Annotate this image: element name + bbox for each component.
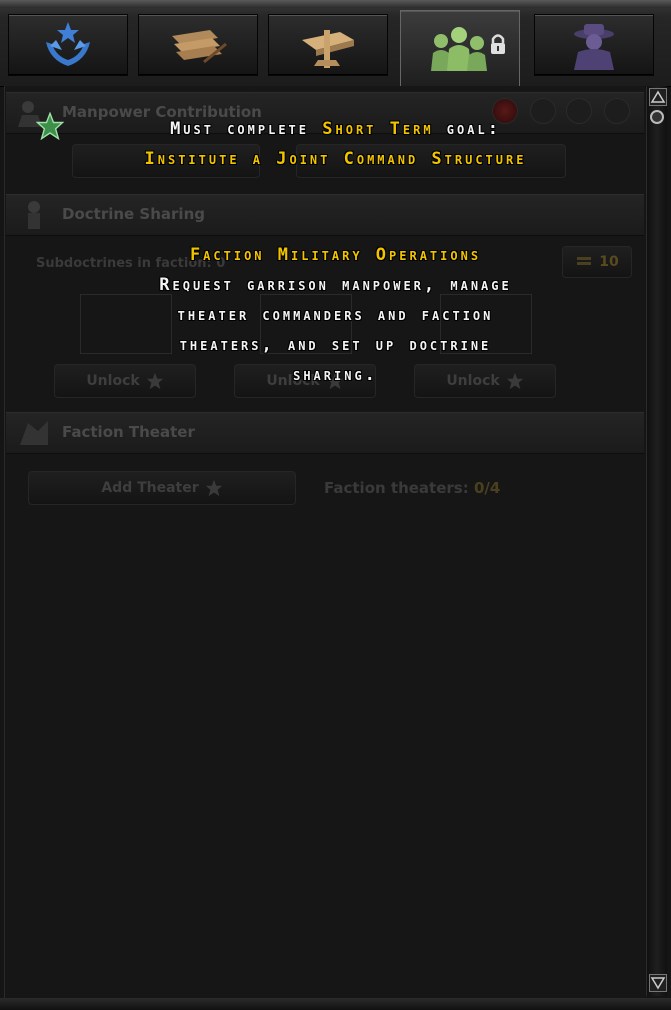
documents-icon — [172, 30, 227, 64]
faction-theaters-text: Faction theaters: — [324, 479, 469, 497]
requirement-suffix: goal: — [446, 119, 501, 139]
tooltip-requirement: Must complete Short Term goal: — [0, 114, 671, 144]
star-icon — [205, 479, 222, 497]
requirement-prefix: Must complete — [170, 119, 310, 139]
map-table-icon — [302, 30, 354, 68]
spy-icon — [574, 24, 614, 70]
frame-rim — [0, 0, 671, 8]
requirement-highlight: Short Term — [322, 119, 434, 139]
faction-theaters-count: 0/4 — [473, 479, 501, 497]
section-doctrine-sharing: Doctrine Sharing — [6, 194, 644, 236]
add-theater-label: Add Theater — [101, 480, 199, 496]
tooltip-description-line: theater commanders and faction — [177, 305, 494, 325]
scroll-down-arrow[interactable] — [649, 974, 667, 992]
section-title: Doctrine Sharing — [62, 205, 205, 223]
star-hands-icon — [46, 22, 90, 66]
top-tab-bar — [0, 0, 671, 87]
add-theater-button[interactable]: Add Theater — [28, 471, 296, 505]
tab-documents[interactable] — [138, 14, 258, 76]
faction-theaters-label: Faction theaters: 0/4 — [324, 479, 500, 497]
tab-military-operations[interactable] — [400, 10, 520, 87]
scroll-up-arrow[interactable] — [649, 88, 667, 106]
doctrine-icon — [28, 201, 40, 229]
tab-diplomacy[interactable] — [8, 14, 128, 76]
tooltip-description-line: Request garrison manpower, manage — [159, 275, 512, 295]
tooltip-description-line: theaters, and set up doctrine — [179, 335, 492, 355]
frame-bottom — [0, 998, 671, 1010]
section-faction-theater: Faction Theater — [6, 412, 644, 454]
scrollbar[interactable] — [646, 86, 667, 996]
tooltip-heading: Faction Military Operations — [189, 245, 482, 265]
tooltip-goal-name: Institute a Joint Command Structure — [144, 149, 527, 169]
lock-icon — [491, 34, 505, 54]
tab-map-table[interactable] — [268, 14, 388, 76]
soldiers-icon — [431, 27, 487, 71]
theater-icon — [20, 421, 48, 445]
tab-intelligence[interactable] — [534, 14, 654, 76]
section-title: Faction Theater — [62, 423, 195, 441]
tooltip-description-line: sharing. — [293, 365, 378, 385]
